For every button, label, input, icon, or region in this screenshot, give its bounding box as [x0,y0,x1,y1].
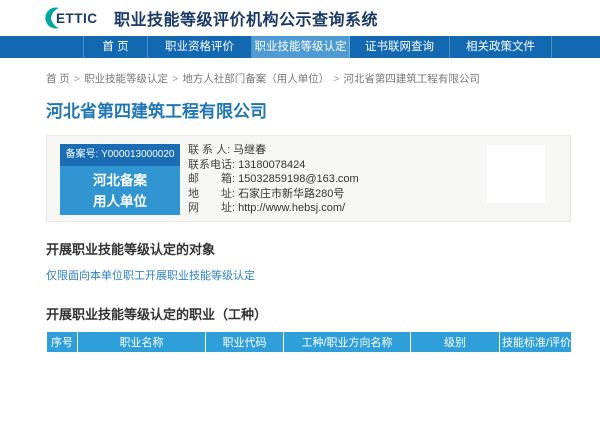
nav-item-1[interactable]: 首 页 [84,36,148,58]
nav-item-2[interactable]: 职业资格评价 [148,36,252,58]
contact-label: 联 系 人: [188,144,230,156]
breadcrumb-item-2[interactable]: 职业技能等级认定 [84,73,168,85]
ettic-logo-graphic: ETTIC [45,6,107,30]
contact-row: 网 址:http://www.hebsj.com/ [188,201,359,216]
contact-label: 网 址: [188,202,235,214]
contact-value: 石家庄市新华路280号 [238,188,344,200]
target-section-heading: 开展职业技能等级认定的对象 [46,239,572,258]
breadcrumb-separator: > [172,73,178,85]
contact-value: 15032859198@163.com [238,173,359,185]
table-header-cell: 技能标准/评价规范 [500,332,572,352]
contact-label: 地 址: [188,188,235,200]
nav-item-5[interactable]: 相关政策文件 [450,36,552,58]
table-header-cell: 序号 [47,332,78,352]
contact-value: http://www.hebsj.com/ [238,202,345,214]
contact-value: 13180078424 [238,159,305,171]
badge-region-label: 河北备案 [60,170,180,191]
record-badge-body: 河北备案 用人单位 [60,166,180,215]
record-number-value: Y000013000020 [101,149,174,160]
ettic-logo: ETTIC [45,6,107,30]
breadcrumb-item-1[interactable]: 首 页 [46,73,70,85]
contact-value: 马继春 [233,144,266,156]
top-header-bar: ETTIC 职业技能等级评价机构公示查询系统 [0,0,600,36]
table-header-cell: 级别 [411,332,500,352]
table-header-cell: 工种/职业方向名称 [284,332,411,352]
logo-text: ETTIC [56,11,98,26]
contact-label: 邮 箱: [188,173,235,185]
breadcrumb: 首 页 > 职业技能等级认定 > 地方人社部门备案（用人单位） > 河北省第四建筑工程有限公… [46,71,572,86]
qr-code [487,145,545,203]
contact-row: 地 址:石家庄市新华路280号 [188,187,359,202]
contact-label: 联系电话: [188,159,235,171]
page-title: 河北省第四建筑工程有限公司 [46,97,572,122]
occupations-section-heading: 开展职业技能等级认定的职业（工种） [46,304,572,323]
nav-item-3[interactable]: 职业技能等级认定 [252,36,350,58]
site-title: 职业技能等级评价机构公示查询系统 [114,6,378,30]
org-info-card: 备案号: Y000013000020 河北备案 用人单位 联 系 人:马继春联系… [46,135,571,222]
record-badge: 备案号: Y000013000020 河北备案 用人单位 [60,144,180,215]
contact-info: 联 系 人:马继春联系电话:13180078424邮 箱:15032859198… [188,143,359,216]
table-header-row: 序号职业名称职业代码工种/职业方向名称级别技能标准/评价规范 [47,332,572,352]
nav-spacer [0,36,84,58]
occupations-table: 序号职业名称职业代码工种/职业方向名称级别技能标准/评价规范 [46,332,572,353]
breadcrumb-item-3[interactable]: 地方人社部门备案（用人单位） [182,73,329,85]
contact-row: 邮 箱:15032859198@163.com [188,172,359,187]
table-header-cell: 职业代码 [206,332,284,352]
nav-item-4[interactable]: 证书联网查询 [350,36,450,58]
contact-row: 联系电话:13180078424 [188,158,359,173]
record-number: 备案号: Y000013000020 [60,144,180,166]
contact-row: 联 系 人:马继春 [188,143,359,158]
record-number-label: 备案号: [66,149,99,160]
table-header-cell: 职业名称 [78,332,206,352]
main-content: 首 页 > 职业技能等级认定 > 地方人社部门备案（用人单位） > 河北省第四建筑工程有限公… [0,71,600,353]
breadcrumb-item-4: 河北省第四建筑工程有限公司 [343,73,480,85]
target-scope-text: 仅限面向本单位职工开展职业技能等级认定 [46,267,572,283]
breadcrumb-separator: > [74,73,80,85]
main-nav: 首 页职业资格评价职业技能等级认定证书联网查询相关政策文件 [0,36,600,58]
breadcrumb-separator: > [333,73,339,85]
badge-type-label: 用人单位 [60,191,180,212]
